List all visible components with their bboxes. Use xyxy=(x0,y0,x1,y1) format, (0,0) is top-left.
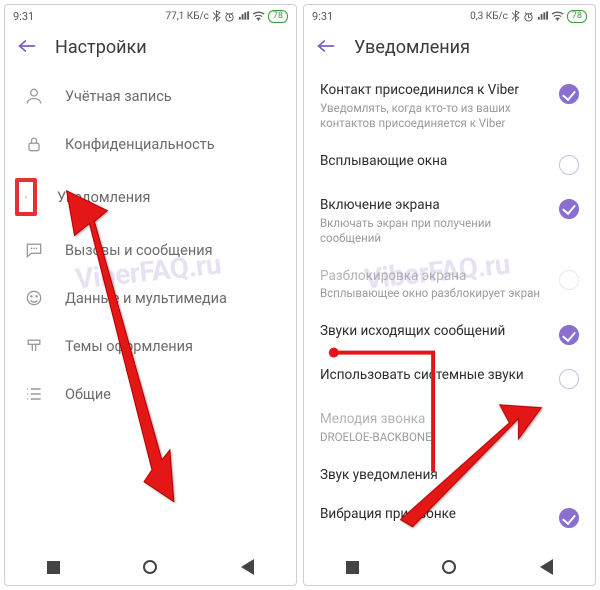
setting-unlock-screen: Разблокировка экрана Всплывающее окно ра… xyxy=(304,258,595,314)
setting-system-sounds[interactable]: Использовать системные звуки xyxy=(304,357,595,401)
status-time: 9:31 xyxy=(312,10,333,23)
notifications-list: Контакт присоединился к Viber Уведомлять… xyxy=(304,72,595,549)
setting-outgoing-sounds[interactable]: Звуки исходящих сообщений xyxy=(304,313,595,357)
setting-vibrate-call[interactable]: Вибрация при звонке xyxy=(304,496,595,540)
chat-icon xyxy=(23,240,45,260)
wifi-icon xyxy=(551,11,564,21)
signal-icon xyxy=(537,11,548,21)
setting-title: Контакт присоединился к Viber xyxy=(320,82,549,99)
setting-sub: Всплывающее окно разблокирует экран xyxy=(320,286,549,301)
setting-screen-on[interactable]: Включение экрана Включать экран при полу… xyxy=(304,187,595,258)
status-time: 9:31 xyxy=(13,10,34,23)
alarm-icon xyxy=(523,11,534,22)
android-navbar xyxy=(5,549,296,585)
back-button[interactable] xyxy=(17,38,37,58)
bell-icon xyxy=(15,178,37,216)
row-calls[interactable]: Вызовы и сообщения xyxy=(5,226,296,274)
row-label: Общие xyxy=(65,386,111,403)
brush-icon xyxy=(23,336,45,356)
battery-icon: 78 xyxy=(268,10,288,23)
person-icon xyxy=(23,86,45,106)
setting-title: Включение экрана xyxy=(320,197,549,214)
status-net: 77,1 КБ/с xyxy=(165,11,208,22)
toggle[interactable] xyxy=(559,155,579,175)
toggle[interactable] xyxy=(559,325,579,345)
bluetooth-icon xyxy=(212,10,221,22)
settings-list: Учётная запись Конфиденциальность Уведом… xyxy=(5,72,296,549)
setting-title: Звук уведомления xyxy=(320,467,579,484)
status-bar: 9:31 0,3 КБ/с 78 xyxy=(304,5,595,27)
nav-back-icon[interactable] xyxy=(241,559,254,575)
nav-recent-icon[interactable] xyxy=(346,561,359,574)
setting-sub: Уведомлять, когда кто-то из ваших контак… xyxy=(320,101,549,131)
wifi-icon xyxy=(252,11,265,21)
lock-icon xyxy=(23,134,45,154)
nav-home-icon[interactable] xyxy=(143,560,157,574)
header: Уведомления xyxy=(304,27,595,72)
back-button[interactable] xyxy=(316,38,336,58)
status-bar: 9:31 77,1 КБ/с 78 xyxy=(5,5,296,27)
nav-back-icon[interactable] xyxy=(540,559,553,575)
phone-left: 9:31 77,1 КБ/с 78 Настройки xyxy=(4,4,297,586)
toggle[interactable] xyxy=(559,199,579,219)
nav-home-icon[interactable] xyxy=(442,560,456,574)
list-icon xyxy=(23,384,45,404)
nav-recent-icon[interactable] xyxy=(47,561,60,574)
row-general[interactable]: Общие xyxy=(5,370,296,418)
setting-notification-sound[interactable]: Звук уведомления xyxy=(304,457,595,496)
setting-ringtone[interactable]: Мелодия звонка DROELOE-BACKBONE xyxy=(304,401,595,457)
header: Настройки xyxy=(5,27,296,72)
android-navbar xyxy=(304,549,595,585)
media-icon xyxy=(23,288,45,308)
row-privacy[interactable]: Конфиденциальность xyxy=(5,120,296,168)
row-label: Вызовы и сообщения xyxy=(65,242,213,259)
setting-title: Всплывающие окна xyxy=(320,153,549,170)
setting-title: Звуки исходящих сообщений xyxy=(320,323,549,340)
toggle[interactable] xyxy=(559,369,579,389)
setting-contact-joined[interactable]: Контакт присоединился к Viber Уведомлять… xyxy=(304,72,595,143)
page-title: Настройки xyxy=(55,37,147,58)
signal-icon xyxy=(238,11,249,21)
row-label: Темы оформления xyxy=(65,338,193,355)
row-label: Данные и мультимедиа xyxy=(65,290,227,307)
setting-sub: DROELOE-BACKBONE xyxy=(320,430,579,445)
battery-icon: 78 xyxy=(567,10,587,23)
row-label: Конфиденциальность xyxy=(65,136,215,153)
row-account[interactable]: Учётная запись xyxy=(5,72,296,120)
row-label: Учётная запись xyxy=(65,88,172,105)
setting-sub: Включать экран при получении сообщений xyxy=(320,216,549,246)
row-label: Уведомления xyxy=(57,189,150,206)
phone-right: 9:31 0,3 КБ/с 78 Уведомления К xyxy=(303,4,596,586)
toggle xyxy=(559,270,579,290)
setting-title: Вибрация при звонке xyxy=(320,506,549,523)
row-notifications[interactable]: Уведомления xyxy=(5,168,296,226)
setting-title: Разблокировка экрана xyxy=(320,268,549,285)
toggle[interactable] xyxy=(559,508,579,528)
status-net: 0,3 КБ/с xyxy=(470,11,508,22)
bluetooth-icon xyxy=(511,10,520,22)
toggle[interactable] xyxy=(559,84,579,104)
page-title: Уведомления xyxy=(354,37,470,58)
alarm-icon xyxy=(224,11,235,22)
setting-title: Использовать системные звуки xyxy=(320,367,549,384)
setting-popup[interactable]: Всплывающие окна xyxy=(304,143,595,187)
row-media[interactable]: Данные и мультимедиа xyxy=(5,274,296,322)
setting-title: Мелодия звонка xyxy=(320,411,579,428)
row-appearance[interactable]: Темы оформления xyxy=(5,322,296,370)
